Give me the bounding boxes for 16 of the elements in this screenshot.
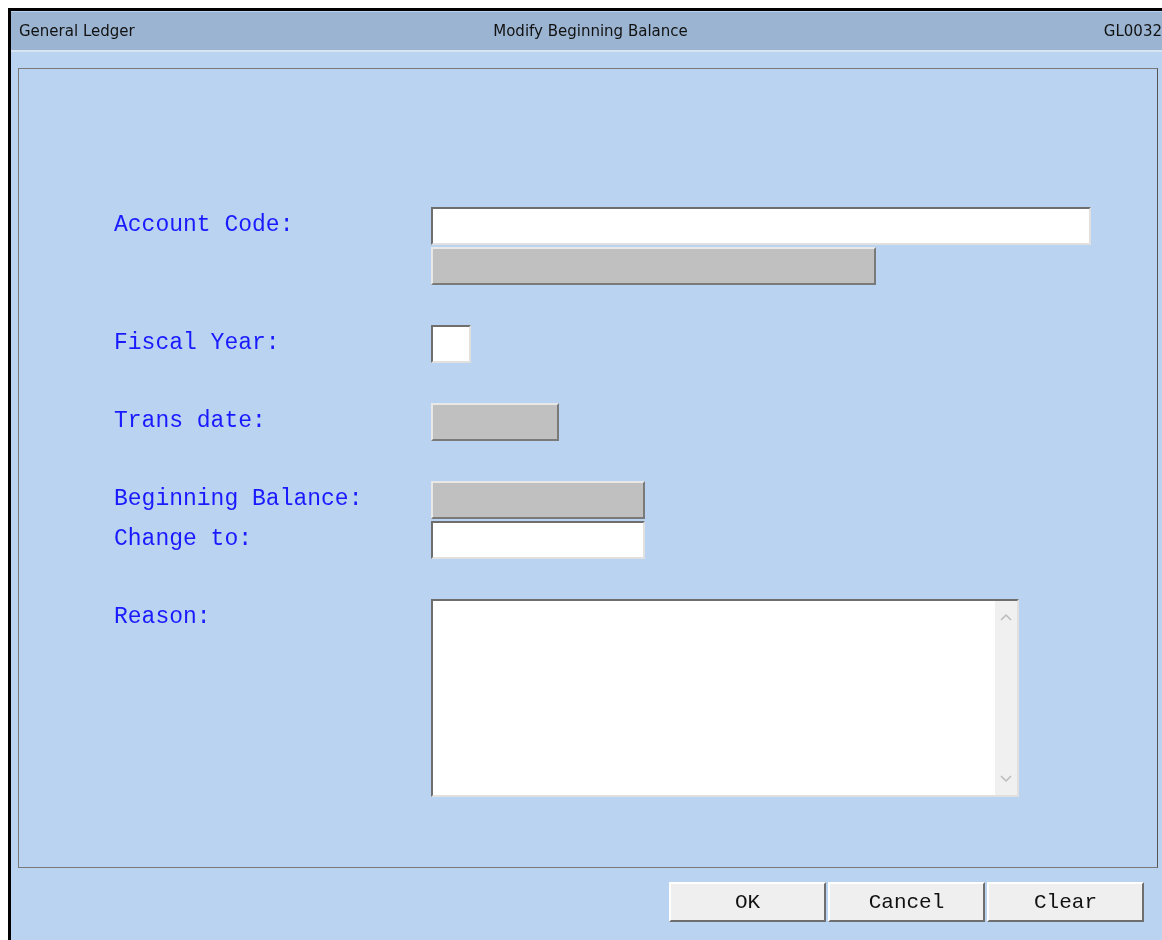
window-title: Modify Beginning Balance xyxy=(492,22,689,40)
dialog-button[interactable]: Clear xyxy=(987,882,1144,922)
input-field[interactable] xyxy=(431,325,471,363)
field-label: Trans date: xyxy=(114,407,267,436)
dialog-button[interactable]: OK xyxy=(669,882,826,922)
input-field[interactable] xyxy=(431,207,1091,245)
field-label: Change to: xyxy=(114,525,254,554)
reason-field[interactable] xyxy=(431,599,1019,797)
field-label: Fiscal Year: xyxy=(114,329,281,358)
field-label: Account Code: xyxy=(114,211,295,240)
input-field[interactable] xyxy=(431,521,645,559)
screen-code: GL0032 xyxy=(1102,22,1162,40)
field-label: Reason: xyxy=(114,603,212,632)
field-label: Beginning Balance: xyxy=(114,485,364,514)
module-name: General Ledger xyxy=(19,22,136,40)
dialog-button[interactable]: Cancel xyxy=(828,882,985,922)
